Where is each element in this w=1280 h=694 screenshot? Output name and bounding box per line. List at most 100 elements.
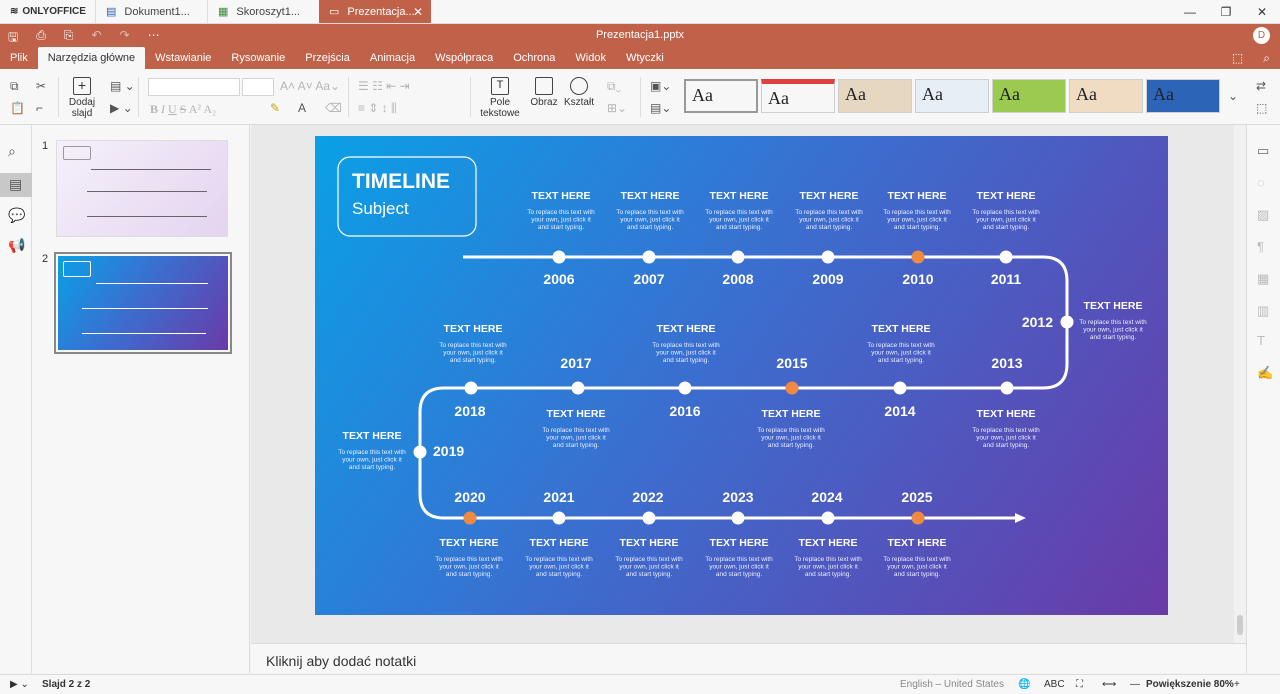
timeline-callout[interactable]: TEXT HERE To replace this text withyour o…: [652, 323, 720, 364]
tab-presentation[interactable]: ▭ Prezentacja... ✕: [319, 0, 431, 23]
theme-2[interactable]: Aa: [761, 79, 835, 113]
font-name-field[interactable]: [148, 78, 240, 96]
timeline-callout[interactable]: TEXT HERE To replace this text withyour o…: [795, 190, 863, 231]
timeline-callout[interactable]: TEXT HERE To replace this text withyour o…: [439, 323, 507, 364]
menu-animation[interactable]: Animacja: [360, 47, 425, 69]
image-button[interactable]: Obraz: [530, 77, 558, 108]
timeline-callout[interactable]: TEXT HERE To replace this text withyour o…: [616, 190, 684, 231]
zoom-in-icon[interactable]: +: [1234, 679, 1240, 690]
menu-home[interactable]: Narzędzia główne: [37, 47, 146, 69]
menu-transitions[interactable]: Przejścia: [295, 47, 360, 69]
menu-file[interactable]: Plik: [0, 47, 38, 69]
search-icon[interactable]: ⌕: [1263, 51, 1270, 66]
copy-icon[interactable]: ⧉: [10, 79, 19, 94]
zoom-out-icon[interactable]: —: [1130, 679, 1140, 690]
theme-4[interactable]: Aa: [915, 79, 989, 113]
slideshow-start-icon[interactable]: ▶ ⌄: [10, 679, 29, 690]
announcement-icon[interactable]: 📢: [8, 237, 25, 254]
select-all-icon[interactable]: ⬚: [1256, 101, 1267, 115]
arrange-icon[interactable]: ⧉⌄: [607, 79, 621, 94]
timeline-callout[interactable]: TEXT HERE To replace this text withyour o…: [1079, 300, 1147, 341]
open-location-icon[interactable]: ⬚: [1232, 51, 1243, 66]
signature-settings-icon[interactable]: ✍: [1257, 365, 1273, 381]
theme-7[interactable]: Aa: [1146, 79, 1220, 113]
slide-thumbnail-1[interactable]: [56, 140, 228, 237]
table-settings-icon[interactable]: ▦: [1257, 271, 1269, 287]
menu-draw[interactable]: Rysowanie: [221, 47, 295, 69]
language-icon[interactable]: 🌐: [1018, 679, 1030, 690]
comments-icon[interactable]: 💬: [8, 207, 25, 224]
slides-icon[interactable]: ▤: [0, 173, 32, 197]
timeline-callout[interactable]: TEXT HERE To replace this text withyour o…: [972, 408, 1040, 449]
image-settings-icon[interactable]: ▨: [1257, 207, 1269, 223]
slide-title[interactable]: TIMELINE: [352, 170, 450, 193]
language-label[interactable]: English – United States: [900, 679, 1004, 690]
close-window-icon[interactable]: ✕: [1244, 0, 1280, 24]
tab-spreadsheet[interactable]: ▦ Skoroszyt1...: [207, 0, 319, 23]
text-format-icons[interactable]: B I U S A² A₂: [150, 102, 216, 117]
timeline-callout[interactable]: TEXT HERE To replace this text withyour o…: [542, 408, 610, 449]
avatar[interactable]: D: [1253, 27, 1270, 44]
timeline-callout[interactable]: TEXT HERE To replace this text withyour o…: [705, 190, 773, 231]
chart-settings-icon[interactable]: ▥: [1257, 303, 1269, 319]
slide-settings-icon[interactable]: ▭: [1257, 143, 1269, 159]
spellcheck-icon[interactable]: ABC: [1044, 679, 1065, 690]
font-size-tools[interactable]: A˄ A˅ Aa⌄: [280, 79, 340, 93]
theme-1[interactable]: Aa: [684, 79, 758, 113]
timeline-callout[interactable]: TEXT HERE To replace this text withyour o…: [338, 430, 406, 471]
fit-slide-icon[interactable]: ⛶: [1076, 679, 1083, 690]
timeline-callout[interactable]: TEXT HERE To replace this text withyour o…: [794, 537, 862, 578]
slide-thumbnail-2[interactable]: [54, 252, 232, 354]
textart-settings-icon[interactable]: T: [1257, 333, 1265, 348]
scroll-thumb[interactable]: [1237, 615, 1243, 635]
notes-area[interactable]: Kliknij aby dodać notatki: [251, 643, 1246, 673]
alignment-icons[interactable]: ≡ ⇕ ↕ ⫼: [358, 101, 397, 116]
slide-subtitle[interactable]: Subject: [352, 199, 409, 218]
fit-width-icon[interactable]: ⟷: [1102, 679, 1116, 690]
timeline-callout[interactable]: TEXT HERE To replace this text withyour o…: [705, 537, 773, 578]
theme-5[interactable]: Aa: [992, 79, 1066, 113]
restore-icon[interactable]: ❐: [1208, 0, 1244, 24]
tab-document[interactable]: ▤ Dokument1...: [95, 0, 207, 23]
paste-icon[interactable]: 📋: [10, 101, 25, 115]
replace-icon[interactable]: ⇄: [1256, 79, 1266, 93]
menu-insert[interactable]: Wstawianie: [145, 47, 221, 69]
menu-view[interactable]: Widok: [565, 47, 616, 69]
align-objects-icon[interactable]: ⊞⌄: [607, 101, 627, 115]
add-slide-button[interactable]: + Dodaj slajd: [66, 77, 98, 119]
search-icon[interactable]: ⌕: [8, 143, 16, 160]
paragraph-settings-icon[interactable]: ¶: [1257, 239, 1264, 254]
theme-3[interactable]: Aa: [838, 79, 912, 113]
font-size-field[interactable]: [242, 78, 274, 96]
theme-6[interactable]: Aa: [1069, 79, 1143, 113]
menu-plugins[interactable]: Wtyczki: [616, 47, 674, 69]
timeline-callout[interactable]: TEXT HERE To replace this text withyour o…: [867, 323, 935, 364]
color-scheme-icon[interactable]: ▤⌄: [650, 101, 671, 115]
slide-size-icon[interactable]: ▣⌄: [650, 79, 671, 93]
minimize-icon[interactable]: —: [1172, 0, 1208, 24]
timeline-callout[interactable]: TEXT HERE To replace this text withyour o…: [972, 190, 1040, 231]
highlight-icon[interactable]: ✎: [270, 101, 280, 115]
list-icons[interactable]: ☰ ☷ ⇤ ⇥: [358, 79, 410, 93]
menu-protection[interactable]: Ochrona: [503, 47, 565, 69]
timeline-callout[interactable]: TEXT HERE To replace this text withyour o…: [527, 190, 595, 231]
timeline-callout[interactable]: TEXT HERE To replace this text withyour o…: [615, 537, 683, 578]
shape-button[interactable]: Kształt: [563, 77, 595, 108]
close-tab-icon[interactable]: ✕: [413, 5, 423, 19]
timeline-callout[interactable]: TEXT HERE To replace this text withyour o…: [883, 190, 951, 231]
vertical-scrollbar[interactable]: [1234, 125, 1246, 643]
layout-icon[interactable]: ▤ ⌄: [110, 79, 135, 93]
timeline-callout[interactable]: TEXT HERE To replace this text withyour o…: [525, 537, 593, 578]
theme-gallery-expand-icon[interactable]: ⌄: [1228, 89, 1238, 103]
clear-style-icon[interactable]: ⌫: [325, 101, 342, 115]
slide-canvas[interactable]: TIMELINE Subject 2006 2007 2008 2009 2010 201…: [315, 136, 1168, 615]
menu-collaboration[interactable]: Współpraca: [425, 47, 503, 69]
cut-icon[interactable]: ✂: [36, 79, 46, 93]
font-color-icon[interactable]: A: [298, 101, 306, 115]
timeline-callout[interactable]: TEXT HERE To replace this text withyour o…: [757, 408, 825, 449]
shape-settings-icon[interactable]: ◌: [1257, 175, 1265, 190]
slideshow-icon[interactable]: ▶ ⌄: [110, 101, 133, 115]
textbox-button[interactable]: T Pole tekstowe: [476, 77, 524, 119]
format-painter-icon[interactable]: ⌐: [36, 101, 43, 115]
timeline-callout[interactable]: TEXT HERE To replace this text withyour o…: [883, 537, 951, 578]
